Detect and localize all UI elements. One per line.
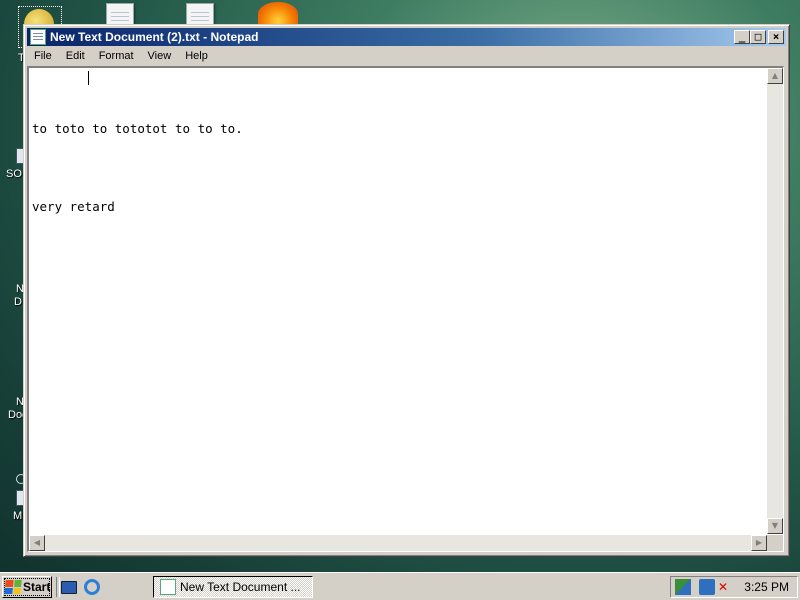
maximize-button[interactable]: □	[750, 30, 766, 44]
desktop-icon-label: SO	[6, 168, 22, 180]
taskbar-button-notepad[interactable]: New Text Document ...	[153, 576, 313, 598]
network-disconnected-icon[interactable]	[699, 579, 715, 595]
vertical-scrollbar[interactable]: ▲ ▼	[767, 68, 783, 534]
menu-view[interactable]: View	[141, 50, 179, 62]
show-desktop-icon[interactable]	[61, 581, 77, 594]
window-controls: _ □ ×	[734, 30, 784, 44]
menu-edit[interactable]: Edit	[59, 50, 92, 62]
text-caret	[88, 71, 89, 85]
menu-help[interactable]: Help	[178, 50, 215, 62]
text-editor[interactable]: to toto to tototot to to to. very retard…	[27, 66, 784, 552]
taskbar: Start New Text Document ... ✕ 3:25 PM	[0, 572, 800, 600]
scroll-right-button[interactable]: ▶	[751, 535, 767, 551]
start-button[interactable]: Start	[2, 576, 52, 598]
volume-muted-icon[interactable]: ✕	[715, 579, 731, 595]
notepad-icon	[160, 579, 176, 595]
start-label: Start	[23, 580, 51, 594]
network-icon[interactable]	[675, 579, 691, 595]
windows-logo-icon	[4, 580, 22, 594]
internet-explorer-icon[interactable]	[84, 579, 100, 595]
desktop-icon-label: D	[14, 296, 22, 308]
scrollbar-corner	[767, 535, 783, 551]
menu-format[interactable]: Format	[92, 50, 141, 62]
close-button[interactable]: ×	[768, 30, 784, 44]
desktop-icon-label: M	[13, 510, 23, 522]
clock: 3:25 PM	[744, 580, 789, 594]
system-tray: ✕ 3:25 PM	[670, 576, 798, 598]
scroll-up-button[interactable]: ▲	[767, 68, 783, 84]
scroll-left-button[interactable]: ◀	[29, 535, 45, 551]
scroll-down-button[interactable]: ▼	[767, 518, 783, 534]
taskbar-button-label: New Text Document ...	[180, 580, 301, 594]
quick-launch-divider	[56, 577, 60, 597]
notepad-icon[interactable]	[30, 29, 46, 45]
window-title: New Text Document (2).txt - Notepad	[50, 30, 259, 44]
menu-bar: File Edit Format View Help	[27, 47, 786, 65]
title-bar[interactable]: New Text Document (2).txt - Notepad _ □ …	[27, 28, 786, 46]
text-line: very retard	[32, 199, 115, 214]
horizontal-scrollbar[interactable]: ◀ ▶	[29, 535, 767, 551]
text-area[interactable]: to toto to tototot to to to. very retard	[32, 70, 767, 535]
menu-file[interactable]: File	[27, 50, 59, 62]
firefox-icon[interactable]	[258, 2, 298, 26]
minimize-button[interactable]: _	[734, 30, 750, 44]
text-line: to toto to tototot to to to.	[32, 121, 243, 136]
notepad-window[interactable]: New Text Document (2).txt - Notepad _ □ …	[23, 24, 790, 557]
